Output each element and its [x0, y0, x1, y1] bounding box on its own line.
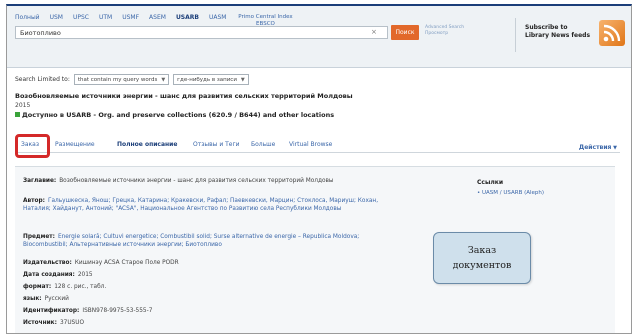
rss-icon[interactable]: [599, 20, 625, 46]
field-value: 2015: [77, 272, 93, 278]
field-value: 128 с. рис., табл.: [54, 284, 107, 290]
field-label: Автор:: [23, 198, 45, 204]
field-value: Кишинэу ACSA Старое Поле PODR: [74, 260, 179, 266]
subscribe-link[interactable]: Subscribe to Library News feeds: [525, 24, 590, 40]
header-divider: [515, 18, 516, 52]
links-title: Ссылки: [477, 179, 504, 186]
links-box: Ссылки • UASM / USARB (Aleph): [477, 179, 609, 196]
field-author: Автор: Гальушкеска, Янош; Грецка, Катарин…: [23, 197, 393, 213]
chevron-down-icon: ▼: [240, 76, 245, 83]
tab-reviews-tags[interactable]: Отзывы и Теги: [193, 141, 240, 148]
field-label: Заглавие:: [23, 178, 57, 184]
subscribe-line-2: Library News feeds: [525, 32, 591, 39]
subscribe-line-1: Subscribe to: [525, 24, 568, 31]
field-label: язык:: [23, 296, 42, 302]
field-value: Русский: [44, 296, 69, 302]
field-label: Источник:: [23, 320, 57, 326]
search-limit-label: Search Limited to:: [15, 76, 70, 83]
order-tab-highlight: [15, 134, 50, 158]
search-button[interactable]: Поиск: [391, 25, 419, 40]
order-callout-line-1: Заказ: [467, 245, 497, 256]
field-publisher: Издательство: Кишинэу ACSA Старое Поле PO…: [23, 259, 393, 267]
clear-search-icon[interactable]: ×: [371, 28, 377, 36]
availability-text: Доступно в USARB - Org. and preserve col…: [22, 111, 335, 119]
field-title: Заглавие: Возобновляемые источники энерги…: [23, 177, 393, 185]
field-label: Дата создания:: [23, 272, 75, 278]
tab-location[interactable]: Размещение: [55, 141, 95, 148]
record-tabs: Заказ Размещение Полное описание Отзывы …: [15, 129, 620, 153]
field-value-link[interactable]: Energie solară; Cultuvi energetice; Comb…: [23, 234, 359, 248]
field-identifier: Идентификатор: ISBN978-9975-53-555-7: [23, 307, 393, 315]
field-date: Дата создания: 2015: [23, 271, 393, 279]
availability-status[interactable]: Доступно в USARB - Org. and preserve col…: [15, 111, 334, 119]
tab-virtual-browse[interactable]: Virtual Browse: [289, 141, 332, 148]
record-year: 2015: [15, 102, 31, 109]
record-title[interactable]: Возобновляемые источники энергии - шанс …: [15, 92, 435, 101]
field-select[interactable]: где-нибудь в записи ▼: [173, 74, 249, 85]
chevron-down-icon: ▼: [611, 145, 617, 151]
chevron-down-icon: ▼: [161, 76, 166, 83]
field-source: Источник: 37USUO: [23, 319, 393, 327]
field-label: Издательство:: [23, 260, 72, 266]
advanced-search-link[interactable]: Advanced Search Просмотр: [425, 25, 473, 37]
field-select-value: где-нибудь в записи: [177, 76, 237, 83]
available-dot-icon: [15, 112, 20, 117]
order-documents-callout: Заказ документов: [433, 232, 531, 284]
field-value: ISBN978-9975-53-555-7: [82, 308, 153, 314]
field-label: формат:: [23, 284, 52, 290]
field-language: язык: Русский: [23, 295, 393, 303]
search-input[interactable]: Биотопливо: [15, 26, 388, 39]
tab-more[interactable]: Больше: [251, 141, 275, 148]
field-label: Предмет:: [23, 234, 55, 240]
search-limit-row: Search Limited to: that contain my query…: [15, 74, 249, 85]
field-value-link[interactable]: Гальушкеска, Янош; Грецка, Катарина; Кра…: [23, 198, 378, 212]
field-value: 37USUO: [59, 320, 85, 326]
field-format: формат: 128 с. рис., табл.: [23, 283, 393, 291]
actions-label: Действия: [578, 144, 612, 151]
order-callout-line-2: документов: [452, 260, 512, 271]
field-value: Возобновляемые источники энергии - шанс …: [59, 178, 334, 184]
field-subject: Предмет: Energie solară; Cultuvi energeti…: [23, 233, 393, 249]
links-item[interactable]: • UASM / USARB (Aleph): [477, 190, 609, 196]
tab-full-record[interactable]: Полное описание: [117, 141, 177, 148]
catalog-window: Полный USM UPSC UTM USMF ASEM USARB UASM…: [6, 4, 632, 334]
field-label: Идентификатор:: [23, 308, 80, 314]
query-scope-select[interactable]: that contain my query words ▼: [73, 74, 170, 85]
actions-menu[interactable]: Действия ▼: [579, 144, 617, 151]
query-scope-value: that contain my query words: [77, 76, 158, 83]
